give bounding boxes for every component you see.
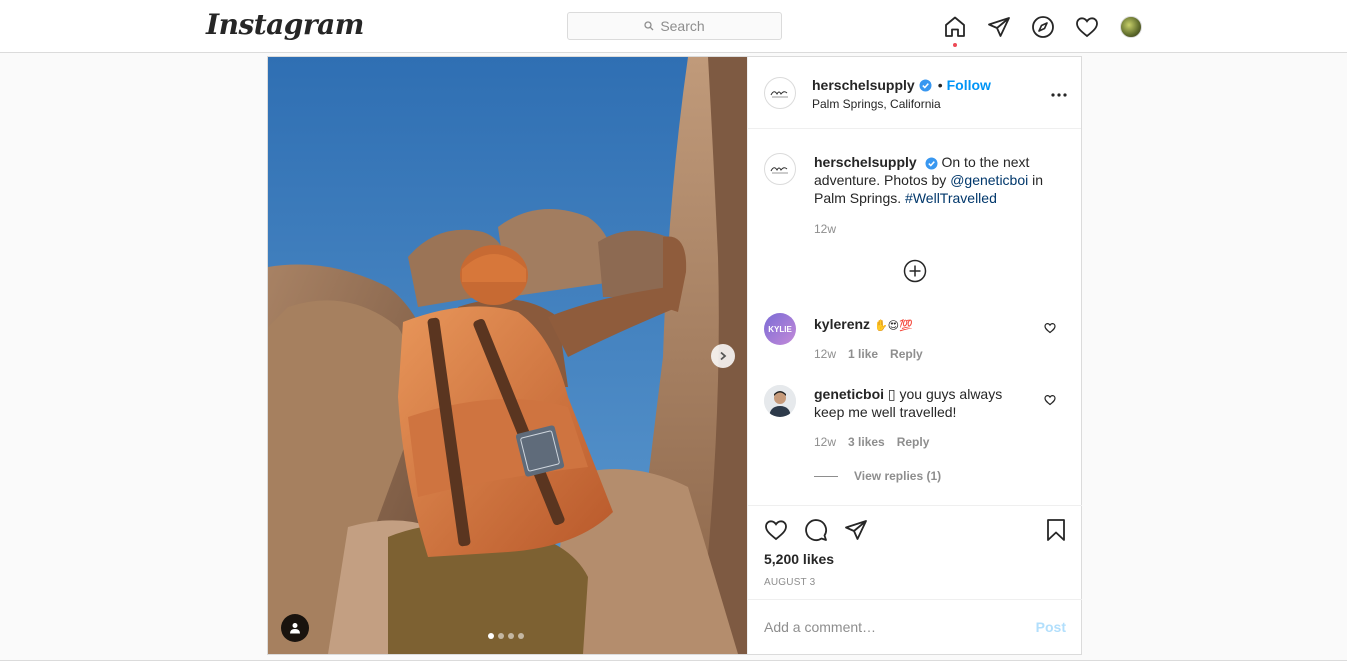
load-more-comments-button[interactable] — [903, 259, 927, 286]
author-username[interactable]: herschelsupply — [812, 77, 915, 93]
home-notification-dot — [953, 43, 957, 47]
caption-time: 12w — [814, 222, 837, 236]
share-button[interactable] — [844, 518, 868, 545]
search-placeholder: Search — [660, 18, 705, 34]
search-icon — [644, 21, 654, 31]
post-header: herschelsupply • Follow Palm Springs, Ca… — [748, 57, 1081, 129]
post-caption: herschelsupply On to the next adventure.… — [814, 153, 1064, 207]
reply-button[interactable]: Reply — [897, 435, 930, 449]
profile-button[interactable] — [1117, 13, 1145, 41]
post-image — [268, 57, 747, 654]
home-button[interactable] — [941, 13, 969, 47]
post-location[interactable]: Palm Springs, California — [812, 97, 941, 111]
comment-form: Post — [748, 599, 1082, 654]
comments-area: herschelsupply On to the next adventure.… — [748, 129, 1082, 505]
header-user-line: herschelsupply • Follow — [812, 77, 991, 93]
commenter-avatar[interactable] — [764, 385, 796, 417]
reply-button[interactable]: Reply — [890, 347, 923, 361]
comment-button[interactable] — [804, 518, 828, 545]
comment-time: 12w — [814, 347, 837, 361]
activity-heart-icon — [1076, 17, 1098, 38]
direct-button[interactable] — [985, 13, 1013, 41]
post-date[interactable]: AUGUST 3 — [764, 577, 815, 588]
home-icon — [945, 16, 965, 37]
comment-bubble-icon — [805, 519, 827, 541]
profile-avatar — [1120, 16, 1142, 38]
chevron-right-icon — [720, 351, 727, 361]
carousel-dot — [488, 633, 494, 639]
plus-circle-icon — [903, 259, 927, 283]
follow-button[interactable]: Follow — [947, 77, 991, 93]
commenter-avatar[interactable]: KYLIE — [764, 313, 796, 345]
carousel-next-button[interactable] — [711, 344, 735, 368]
comment-like-button[interactable] — [1044, 321, 1056, 337]
save-button[interactable] — [1044, 518, 1068, 545]
heart-icon — [765, 520, 787, 541]
more-options-button[interactable] — [1051, 84, 1067, 100]
bottom-edge — [0, 660, 1347, 664]
post-comment-button[interactable]: Post — [1036, 619, 1066, 635]
tagged-users-button[interactable] — [281, 614, 309, 642]
comment-meta: 12w 1 like Reply — [814, 347, 935, 361]
post-actions: 5,200 likes AUGUST 3 — [748, 505, 1082, 599]
carousel-dot — [498, 633, 504, 639]
comment-meta: 12w 3 likes Reply — [814, 435, 941, 449]
carousel-dot — [508, 633, 514, 639]
comment-like-button[interactable] — [1044, 393, 1056, 409]
top-navigation-bar: Instagram Search — [0, 0, 1347, 53]
post-card: herschelsupply • Follow Palm Springs, Ca… — [267, 56, 1082, 655]
post-sidebar: herschelsupply • Follow Palm Springs, Ca… — [747, 57, 1082, 654]
post-photo[interactable] — [268, 57, 747, 654]
search-input[interactable]: Search — [567, 12, 782, 40]
bookmark-icon — [1047, 519, 1065, 541]
heart-icon — [1044, 395, 1056, 406]
comment-input[interactable] — [764, 619, 1014, 635]
carousel-dot — [518, 633, 524, 639]
herschel-logo — [770, 91, 788, 98]
direct-icon — [845, 520, 867, 540]
caption-author-avatar[interactable] — [764, 153, 796, 185]
caption-hashtag[interactable]: #WellTravelled — [905, 190, 997, 206]
caption-mention[interactable]: @geneticboi — [950, 172, 1028, 188]
commenter-photo — [764, 385, 796, 417]
more-horizontal-icon — [1051, 93, 1067, 97]
comment-likes[interactable]: 3 likes — [848, 435, 885, 449]
comment-time: 12w — [814, 435, 837, 449]
author-avatar[interactable] — [764, 77, 796, 109]
caption-username[interactable]: herschelsupply — [814, 154, 917, 170]
comment-text: ✋😍💯 — [873, 320, 913, 332]
comment-username[interactable]: geneticboi — [814, 386, 884, 402]
comment-body: kylerenz ✋😍💯 — [814, 315, 1034, 335]
heart-icon — [1044, 323, 1056, 334]
comment-body: geneticboi ▯ you guys always keep me wel… — [814, 385, 1034, 421]
comment-username[interactable]: kylerenz — [814, 316, 870, 332]
explore-icon — [1032, 16, 1054, 38]
herschel-logo — [770, 167, 788, 174]
comment-likes[interactable]: 1 like — [848, 347, 878, 361]
instagram-logo[interactable]: Instagram — [206, 8, 364, 41]
nav-icons — [941, 13, 1145, 47]
like-button[interactable] — [764, 518, 788, 545]
view-replies-button[interactable]: View replies (1) — [814, 469, 941, 483]
avatar-text: KYLIE — [768, 324, 792, 334]
explore-button[interactable] — [1029, 13, 1057, 41]
verified-badge-icon — [925, 157, 938, 170]
separator: • — [937, 77, 943, 93]
carousel-indicator — [488, 633, 528, 639]
likes-count[interactable]: 5,200 likes — [764, 551, 834, 567]
view-replies-label: View replies (1) — [854, 469, 942, 483]
replies-divider — [814, 475, 838, 477]
user-icon — [290, 623, 300, 634]
direct-icon — [988, 17, 1010, 37]
activity-button[interactable] — [1073, 13, 1101, 41]
verified-badge-icon — [919, 79, 932, 91]
